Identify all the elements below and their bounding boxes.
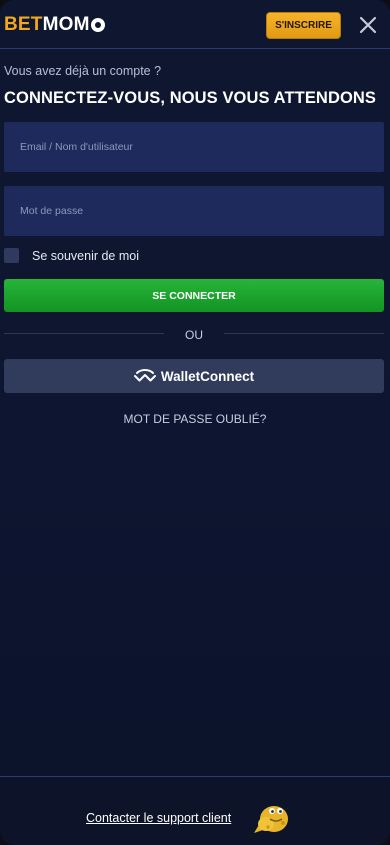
walletconnect-label: WalletConnect [160,368,255,384]
login-button[interactable]: SE CONNECTER [4,279,384,312]
walletconnect-button[interactable]: WalletConnect [4,359,384,393]
forgot-password-link[interactable]: MOT DE PASSE OUBLIÉ? [0,412,390,426]
password-input[interactable] [18,204,362,218]
divider-label: OU [185,328,203,342]
login-subtitle: Vous avez déjà un compte ? [4,64,162,78]
or-divider: OU [4,326,384,342]
chat-mascot-icon[interactable] [250,799,292,839]
remember-me: Se souvenir de moi [4,248,139,263]
login-page: BET MOM S'INSCRIRE Vous avez déjà un comp… [0,0,390,845]
footer: Contacter le support client [0,776,390,845]
soccer-ball-icon [90,18,105,32]
remember-me-checkbox[interactable] [4,248,19,263]
contact-support-link[interactable]: Contacter le support client [86,811,231,825]
password-field[interactable] [4,186,384,236]
remember-me-label[interactable]: Se souvenir de moi [32,249,139,263]
logo-bet-text: BET [4,14,43,35]
login-title: CONNECTEZ-VOUS, NOUS VOUS ATTENDONS [4,89,377,107]
betmomo-logo[interactable]: BET MOM [4,13,105,37]
close-icon[interactable] [356,13,380,37]
walletconnect-icon [133,369,156,382]
header: BET MOM S'INSCRIRE [0,0,390,49]
logo-momo-text: MOM [42,14,90,35]
email-field[interactable] [4,122,384,172]
signup-button[interactable]: S'INSCRIRE [266,12,341,39]
email-input[interactable] [18,140,362,154]
